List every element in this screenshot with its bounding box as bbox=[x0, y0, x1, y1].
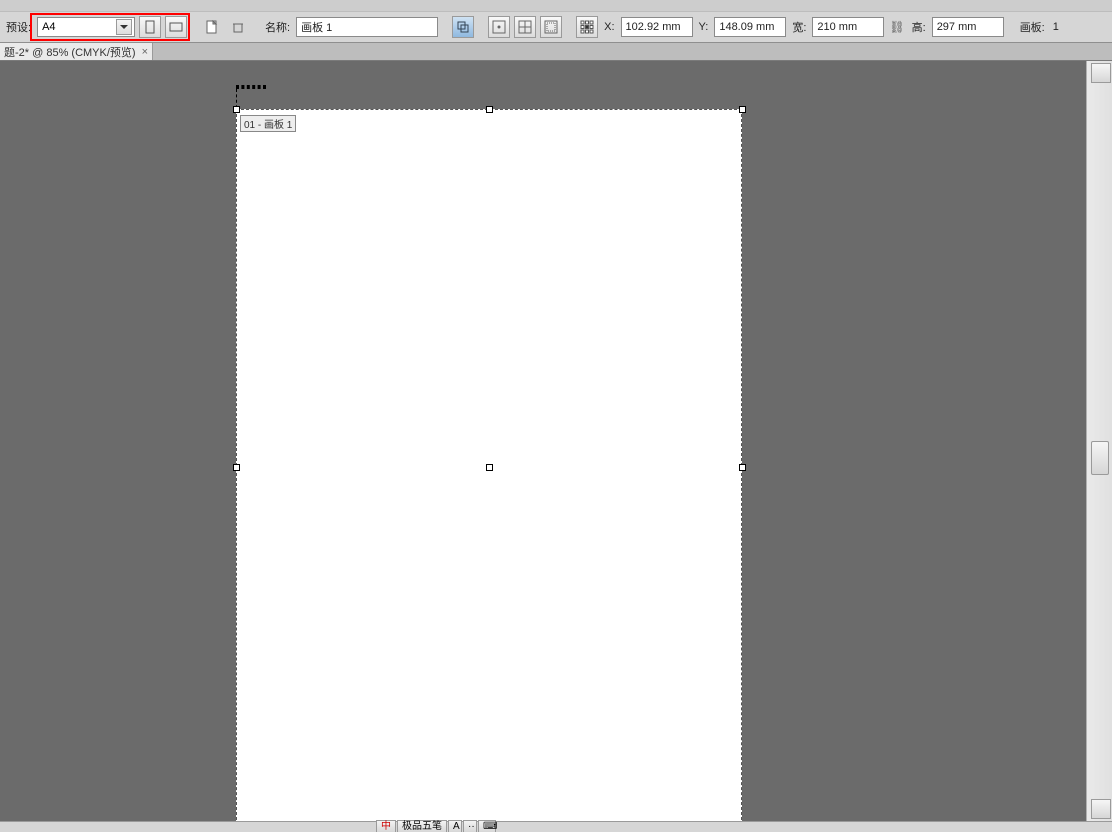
delete-artboard-button[interactable] bbox=[227, 16, 249, 38]
handle-center[interactable] bbox=[486, 464, 493, 471]
ime-logo-chip[interactable]: 中 bbox=[376, 820, 396, 832]
orientation-portrait-button[interactable] bbox=[139, 16, 161, 38]
document-tab[interactable]: 题-2* @ 85% (CMYK/预览) × bbox=[0, 43, 153, 60]
width-label: 宽: bbox=[790, 19, 808, 35]
ime-name-chip[interactable]: 极品五笔 bbox=[397, 820, 447, 832]
vertical-scrollbar[interactable] bbox=[1086, 61, 1112, 821]
artboard-name-input[interactable]: 画板 1 bbox=[296, 17, 438, 37]
artboard-label: 01 - 画板 1 bbox=[240, 115, 296, 132]
artboard-count-label: 画板: bbox=[1018, 19, 1047, 35]
artboard-count-value: 1 bbox=[1051, 21, 1061, 33]
reference-point-icon bbox=[580, 20, 594, 34]
document-tab-bar: 题-2* @ 85% (CMYK/预览) × bbox=[0, 43, 1112, 61]
ime-punct-chip[interactable]: ·· bbox=[463, 820, 477, 832]
orientation-landscape-button[interactable] bbox=[165, 16, 187, 38]
handle-w[interactable] bbox=[233, 464, 240, 471]
width-input[interactable]: 210 mm bbox=[812, 17, 884, 37]
guide-line bbox=[236, 88, 266, 89]
height-input[interactable]: 297 mm bbox=[932, 17, 1004, 37]
center-mark-icon bbox=[492, 20, 506, 34]
show-crosshair-button[interactable] bbox=[514, 16, 536, 38]
move-copy-artwork-button[interactable] bbox=[452, 16, 474, 38]
x-value: 102.92 mm bbox=[626, 21, 681, 33]
x-input[interactable]: 102.92 mm bbox=[621, 17, 693, 37]
handle-nw[interactable] bbox=[233, 106, 240, 113]
preset-value: A4 bbox=[42, 21, 55, 33]
move-artwork-icon bbox=[456, 20, 470, 34]
control-bar: 预设: A4 名称: 画板 1 X: bbox=[0, 11, 1112, 43]
handle-n[interactable] bbox=[486, 106, 493, 113]
ime-mode-chip[interactable]: A bbox=[448, 820, 462, 832]
ime-bar: 中 极品五笔 A ·· ⌨ bbox=[376, 820, 497, 832]
ime-keyboard-chip[interactable]: ⌨ bbox=[478, 820, 496, 832]
artboard-container: 01 - 画板 1 bbox=[236, 85, 775, 209]
new-artboard-button[interactable] bbox=[201, 16, 223, 38]
close-tab-icon[interactable]: × bbox=[142, 46, 148, 58]
document-tab-title: 题-2* @ 85% (CMYK/预览) bbox=[4, 44, 136, 60]
artboard-name-value: 画板 1 bbox=[301, 19, 332, 35]
safe-area-icon bbox=[544, 20, 558, 34]
link-wh-icon[interactable]: ⛓ bbox=[888, 20, 905, 34]
height-value: 297 mm bbox=[937, 21, 977, 33]
landscape-icon bbox=[169, 20, 183, 34]
status-bar bbox=[0, 821, 1112, 832]
height-label: 高: bbox=[910, 19, 928, 35]
y-input[interactable]: 148.09 mm bbox=[714, 17, 786, 37]
show-safe-area-button[interactable] bbox=[540, 16, 562, 38]
preset-label: 预设: bbox=[4, 19, 33, 35]
trash-icon bbox=[231, 20, 245, 34]
handle-e[interactable] bbox=[739, 464, 746, 471]
new-page-icon bbox=[205, 20, 219, 34]
scrollbar-thumb[interactable] bbox=[1091, 441, 1109, 475]
crosshair-icon bbox=[518, 20, 532, 34]
dropdown-arrow-icon bbox=[116, 19, 132, 35]
handle-ne[interactable] bbox=[739, 106, 746, 113]
reference-point-button[interactable] bbox=[576, 16, 598, 38]
preset-dropdown[interactable]: A4 bbox=[37, 17, 135, 37]
portrait-icon bbox=[143, 20, 157, 34]
show-center-button[interactable] bbox=[488, 16, 510, 38]
width-value: 210 mm bbox=[817, 21, 857, 33]
y-label: Y: bbox=[697, 21, 711, 33]
x-label: X: bbox=[602, 21, 616, 33]
canvas[interactable]: 01 - 画板 1 bbox=[0, 61, 1086, 821]
y-value: 148.09 mm bbox=[719, 21, 774, 33]
window-titlebar-fragment bbox=[0, 0, 1112, 11]
name-label: 名称: bbox=[263, 19, 292, 35]
